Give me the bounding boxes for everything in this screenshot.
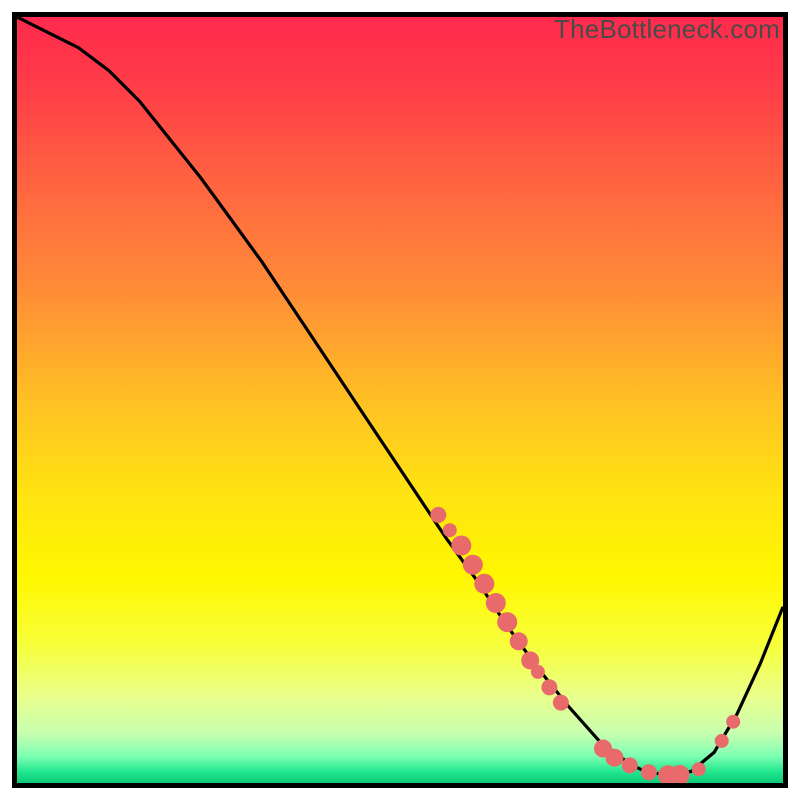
data-marker [451, 536, 471, 556]
data-marker [443, 523, 457, 537]
data-marker [622, 757, 638, 773]
data-marker [553, 695, 569, 711]
bottleneck-chart [17, 17, 783, 783]
data-marker [474, 574, 494, 594]
data-marker [641, 764, 657, 780]
data-marker [430, 507, 446, 523]
chart-frame [12, 12, 788, 788]
data-marker [486, 593, 506, 613]
data-marker [497, 612, 517, 632]
watermark-label: TheBottleneck.com [554, 14, 780, 45]
data-marker [510, 632, 528, 650]
data-marker [606, 749, 624, 767]
data-marker [463, 555, 483, 575]
data-marker [715, 734, 729, 748]
heat-background [17, 17, 783, 783]
data-marker [541, 679, 557, 695]
data-marker [692, 762, 706, 776]
data-marker [726, 715, 740, 729]
data-marker [531, 665, 545, 679]
